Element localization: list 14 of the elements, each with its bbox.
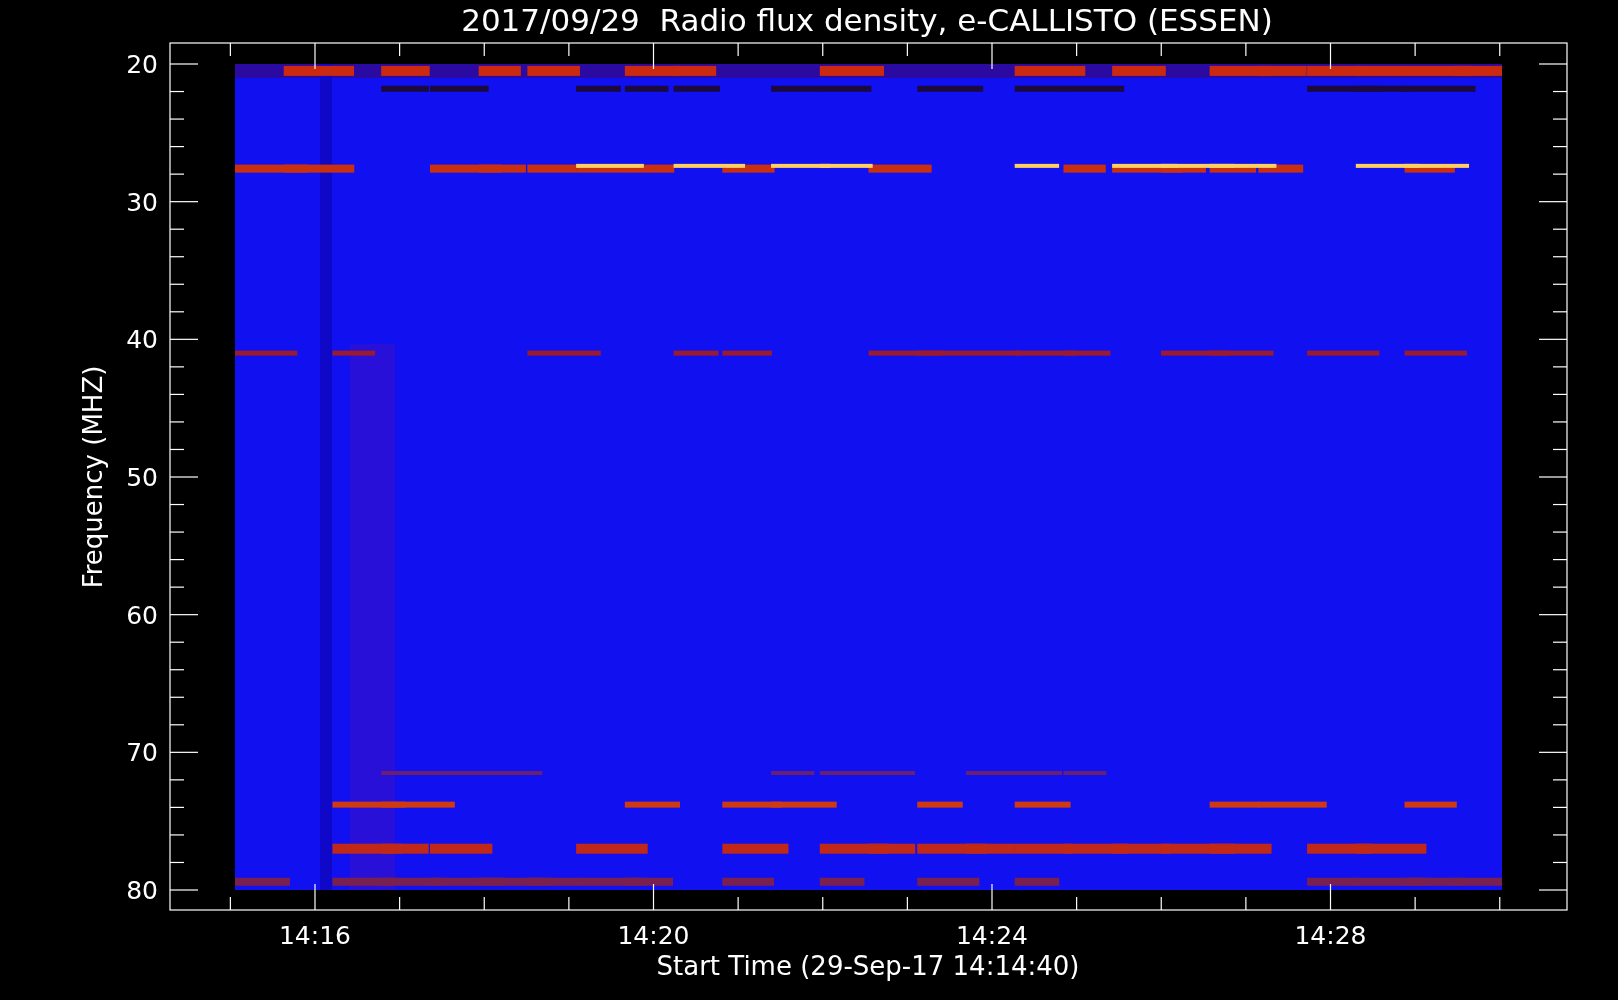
- x-tick-label: 14:24: [956, 921, 1028, 950]
- y-tick-label: 20: [126, 50, 158, 79]
- y-tick-label: 30: [126, 187, 158, 217]
- y-tick-label: 60: [126, 600, 158, 630]
- x-tick-label: 14:20: [617, 921, 690, 950]
- x-axis-label: Start Time (29-Sep-17 14:14:40): [656, 951, 1080, 981]
- x-tick-label: 14:16: [279, 921, 351, 950]
- x-tick-label: 14:28: [1294, 921, 1367, 950]
- y-tick-label: 80: [126, 876, 158, 905]
- y-tick-label: 70: [126, 738, 158, 768]
- y-tick-label: 40: [126, 325, 158, 355]
- y-tick-label: 50: [126, 463, 158, 492]
- chart-title: 2017/09/29 Radio flux density, e-CALLISTO (ESSEN): [461, 2, 1273, 38]
- y-axis-label: Frequency (MHZ): [78, 365, 108, 589]
